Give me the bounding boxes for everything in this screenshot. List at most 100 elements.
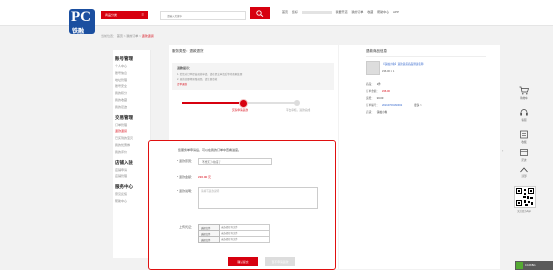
breadcrumb-mid[interactable]: 首页 > 我的订单 > [117,34,141,38]
step-2-label: 平台审核，退款完成 [286,109,311,112]
back-to-top-icon [520,167,528,173]
sidebar-item[interactable]: 店铺管理 [115,174,127,178]
sidebar-item[interactable]: 个人中心 [115,64,127,68]
chevron-down-icon: ⌄ [202,159,205,163]
category-label: 商品分类 [105,13,118,17]
sidebar-item[interactable]: 已买到的宝贝 [115,136,133,140]
more-link[interactable]: 更多 > [414,104,421,107]
info-row-goods: 商品： 1件 [366,83,381,86]
product-price: ¥36.00 × 1 [382,70,395,73]
sidebar-section-title: 账号管理 [115,56,133,61]
refund-notice: 退款提示： 1. 若您对订单提出退款申请，请在提交申请后等待商家处理 2. 退款… [172,63,334,90]
desc-placeholder: 请填写退款说明 [201,190,220,193]
link-home[interactable]: 首页 [282,10,288,14]
sidebar-item[interactable]: 意见反馈 [115,192,127,196]
sidebar-item[interactable]: 退款退货 [115,129,127,133]
step-1-dot [239,99,248,108]
link-app[interactable]: APP [393,10,399,14]
search-placeholder: 请输入关键字 [167,15,183,18]
sidebar-item[interactable]: 我的足迹 [115,105,127,109]
category-menu[interactable]: 商品分类 ≡ [101,11,148,19]
right-panel-title: 退款商品信息 [366,49,387,53]
amount-label: * 退款金额： [176,175,194,179]
favorites-icon [520,130,528,139]
logo-letters: PC [71,9,91,25]
reason-label: * 退款原因： [176,159,194,163]
upload-button-3[interactable]: 选择文件 [198,236,220,243]
search-button[interactable] [250,7,270,19]
breadcrumb-current: 退款退货 [141,34,154,38]
sidebar-section-title: 服务中心 [115,184,133,190]
step-1-label: 买家申请退款 [232,109,249,112]
footprint-icon [520,149,528,156]
upload-status-2: 未选择任何文件 [221,232,238,235]
later-label: 暂不申请退款 [271,260,289,264]
notice-title: 退款提示： [177,66,193,70]
side-footprint[interactable]: 足迹 [509,148,539,162]
divider [366,56,486,57]
reason-select[interactable]: 不想买了/拍错了 ⌄ [198,158,272,165]
info-row-store: 店铺： 铁融小象 [366,111,388,114]
search-input[interactable]: 请输入关键字 [160,11,246,20]
desc-label: * 退款说明： [176,189,194,193]
later-button[interactable]: 暂不申请退款 [265,257,295,266]
link-greeting: 您好 [291,10,298,14]
search-icon [256,10,264,17]
link-favorites[interactable]: 收藏 [367,10,373,14]
sidebar-item[interactable]: 我的积分 [115,91,127,95]
sidebar-section-title: 交易管理 [115,114,133,120]
link-my-orders[interactable]: 我的订单 [351,10,363,14]
side-favorites[interactable]: 收藏 [509,130,539,144]
sidebar-item[interactable]: 店铺申请 [115,168,127,172]
refund-description-input[interactable]: 请填写退款说明 [198,187,318,209]
notice-line-2: 2. 退款金额将原路退回，请注意查收 [177,78,218,81]
collapse-arrow-icon[interactable]: ‹ [502,148,503,153]
link-open-store[interactable]: 我要开店 [336,10,348,14]
page-title: 服务类型：退款退货 [172,49,204,53]
side-top[interactable]: 顶部 [509,166,539,178]
qr-label: 关注官方App [517,210,531,213]
sidebar-item[interactable]: 地址管理 [115,78,127,82]
link-help[interactable]: 帮助中心 [377,10,389,14]
notice-line-1: 1. 若您对订单提出退款申请，请在提交申请后等待商家处理 [177,73,243,76]
sidebar-item[interactable]: 我的收藏 [115,98,127,102]
breadcrumb: 当前位置： 首页 > 我的订单 > 退款退货 [101,34,154,38]
top-links: 首页 您好 我要开店 我的订单 收藏 帮助中心 APP [282,10,402,14]
upload-status-3: 未选择任何文件 [221,238,238,241]
upload-label: 上传凭证： [178,225,194,229]
qr-code-icon [516,188,534,206]
info-row-amount: 订单金额： ¥36.00 [366,90,390,93]
form-intro: 您服务单申请后，可以在我的订单中查看进度。 [178,148,242,152]
username-blurred [301,10,332,14]
qr-code [514,186,536,208]
sidebar: 账号管理个人中心账号信息地址管理账号安全我的积分我的收藏我的足迹交易管理订单管理… [113,50,151,258]
product-image[interactable] [366,61,380,75]
side-cart[interactable]: 购物车 [509,86,539,100]
network-icon [516,262,523,269]
network-speed: 0.10KB/s [525,264,536,267]
sidebar-item[interactable]: 我的优惠券 [115,143,130,147]
sidebar-item[interactable]: 我的评价 [115,150,127,154]
amount-value: ¥36.00 元 [198,175,212,179]
breadcrumb-home: 当前位置： [101,34,117,38]
network-status: 0.10KB/s [515,261,553,270]
submit-label: 确认提交 [237,260,249,264]
sidebar-item[interactable]: 订单管理 [115,123,127,127]
step-2-dot [294,100,300,106]
right-panel [339,45,500,269]
upload-button-label: 选择文件 [201,239,211,242]
product-name[interactable]: 【铁融小象】退款退货商品测试名称 [382,62,444,66]
progress-fill [182,102,240,104]
order-number-link[interactable]: 20210709160932 [382,104,402,107]
sidebar-item[interactable]: 账号安全 [115,84,127,88]
info-row-shipping: 运费： ¥0.00 [366,97,384,100]
menu-icon: ≡ [141,12,144,17]
side-service[interactable]: 客服 [509,108,539,122]
cart-icon [519,86,529,95]
sidebar-item[interactable]: 帮助中心 [115,199,127,203]
sidebar-section-title: 店铺入驻 [115,159,133,165]
upload-status-1: 未选择任何文件 [221,226,238,229]
submit-button[interactable]: 确认提交 [228,257,258,266]
sidebar-item[interactable]: 账号信息 [115,71,127,75]
side-toolbar: 购物车 客服 收藏 足迹 顶部 关注官方App [509,84,539,244]
